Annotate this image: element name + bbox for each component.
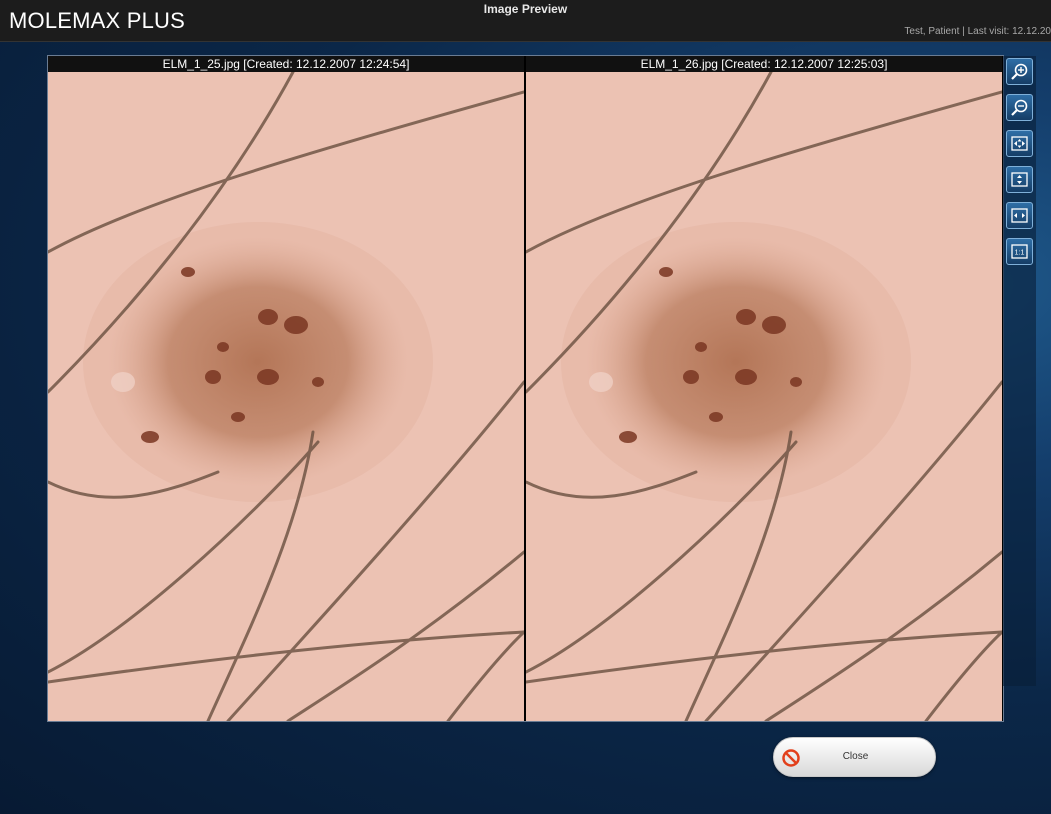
image-caption-left: ELM_1_25.jpg [Created: 12.12.2007 12:24:… [48, 56, 524, 72]
zoom-out-button[interactable] [1006, 94, 1033, 121]
actual-size-button[interactable]: 1:1 [1006, 238, 1033, 265]
fit-height-button[interactable] [1006, 166, 1033, 193]
window-title: Image Preview [483, 2, 568, 16]
fit-width-button[interactable] [1006, 202, 1033, 229]
dermoscopy-image-right[interactable] [526, 72, 1002, 721]
fit-image-icon [1011, 136, 1028, 151]
view-toolbar: 1:1 [1003, 56, 1036, 686]
image-pane-left[interactable]: ELM_1_25.jpg [Created: 12.12.2007 12:24:… [48, 56, 524, 721]
image-viewer: ELM_1_25.jpg [Created: 12.12.2007 12:24:… [47, 55, 1004, 722]
close-button[interactable]: Close [773, 737, 936, 777]
fit-image-button[interactable] [1006, 130, 1033, 157]
zoom-out-icon [1011, 99, 1028, 116]
image-pane-right[interactable]: ELM_1_26.jpg [Created: 12.12.2007 12:25:… [526, 56, 1002, 721]
dermoscopy-image-left[interactable] [48, 72, 524, 721]
fit-height-icon [1011, 172, 1028, 187]
actual-size-icon: 1:1 [1011, 244, 1028, 259]
fit-width-icon [1011, 208, 1028, 223]
close-button-label: Close [842, 751, 869, 762]
zoom-in-icon [1011, 63, 1028, 80]
top-bar: MOLEMAX PLUS Image Preview Test, Patient… [0, 0, 1051, 42]
actual-size-label: 1:1 [1015, 250, 1025, 257]
zoom-in-button[interactable] [1006, 58, 1033, 85]
patient-info: Test, Patient | Last visit: 12.12.20 [904, 26, 1051, 37]
image-caption-right: ELM_1_26.jpg [Created: 12.12.2007 12:25:… [526, 56, 1002, 72]
